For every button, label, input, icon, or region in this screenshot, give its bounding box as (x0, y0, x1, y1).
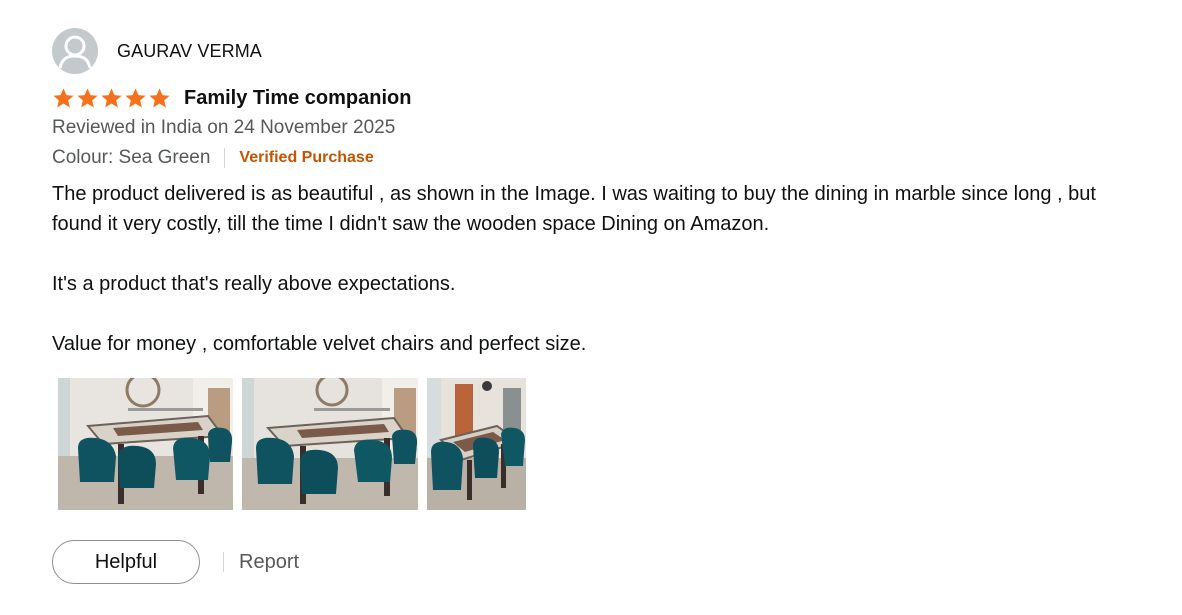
divider (223, 552, 224, 572)
review-image-thumbnail[interactable] (242, 378, 418, 510)
review-date: Reviewed in India on 24 November 2025 (52, 117, 396, 138)
review-paragraph: Value for money , comfortable velvet cha… (52, 333, 587, 355)
format-strip: Colour: Sea Green Verified Purchase (52, 145, 1132, 171)
product-colour[interactable]: Colour: Sea Green (52, 147, 210, 169)
star-icon (101, 87, 122, 107)
star-icon (125, 87, 146, 107)
review-image-thumbnail[interactable] (427, 378, 526, 510)
reviewer-name[interactable]: GAURAV VERMA (117, 41, 262, 62)
divider (224, 148, 226, 168)
verified-purchase-badge: Verified Purchase (239, 149, 374, 166)
star-icon (77, 87, 98, 107)
report-link[interactable]: Report (239, 551, 299, 574)
review-images (58, 378, 1132, 510)
helpful-button[interactable]: Helpful (52, 540, 200, 584)
star-icon (53, 87, 74, 107)
default-avatar-icon (52, 28, 98, 74)
star-icon (149, 87, 170, 107)
review-paragraph: It's a product that's really above expec… (52, 273, 456, 295)
rating-title-row: Family Time companion (52, 85, 1132, 111)
review-title[interactable]: Family Time companion (184, 87, 411, 110)
review-image-thumbnail[interactable] (58, 378, 233, 510)
review-card: GAURAV VERMA Family Time companion Revie… (52, 28, 1132, 584)
reviewer-profile[interactable]: GAURAV VERMA (52, 28, 1132, 74)
review-paragraph: The product delivered is as beautiful , … (52, 183, 1096, 235)
star-rating[interactable] (52, 87, 171, 110)
review-actions: Helpful Report (52, 540, 1132, 584)
review-body: The product delivered is as beautiful , … (52, 179, 1132, 359)
